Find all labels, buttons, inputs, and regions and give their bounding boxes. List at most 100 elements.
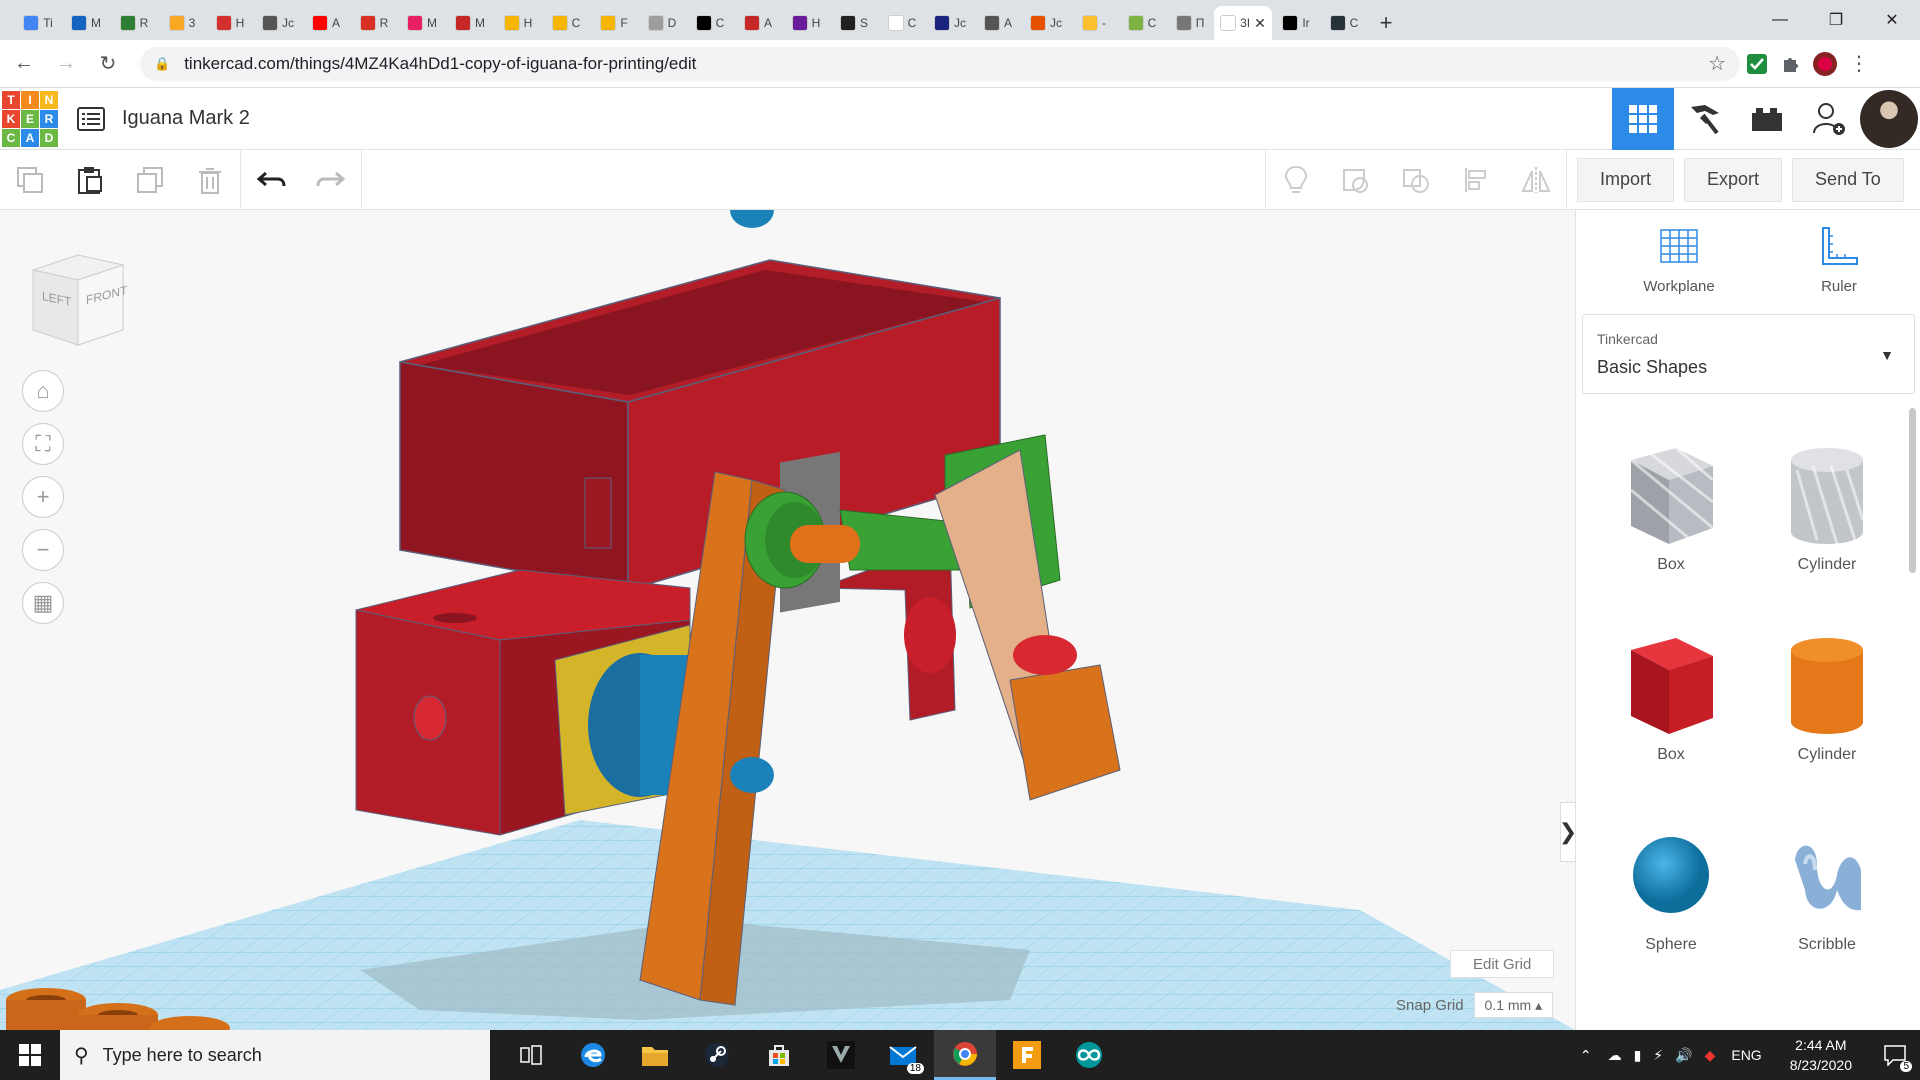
onedrive-cloud-icon[interactable]: ☁ xyxy=(1608,1047,1622,1064)
url-bar[interactable]: 🔒 tinkercad.com/things/4MZ4Ka4hDd1-copy-… xyxy=(140,46,1740,81)
user-avatar[interactable] xyxy=(1860,90,1918,148)
bookmark-star-icon[interactable]: ☆ xyxy=(1708,51,1726,76)
ruler-tool[interactable]: Ruler xyxy=(1784,224,1894,295)
browser-tab[interactable]: C xyxy=(686,6,734,40)
undo-icon[interactable] xyxy=(241,150,301,210)
browser-tab[interactable]: Jc xyxy=(926,6,974,40)
fit-view-icon[interactable]: ⛶ xyxy=(22,423,64,465)
copy-icon[interactable] xyxy=(0,150,60,210)
show-hidden-icons-chevron-icon[interactable]: ⌃ xyxy=(1580,1047,1592,1064)
shape-cyl[interactable]: Cylinder xyxy=(1767,630,1887,764)
mirror-icon[interactable] xyxy=(1506,150,1566,210)
browser-tab[interactable]: C xyxy=(542,6,590,40)
group-icon[interactable] xyxy=(1326,150,1386,210)
lock-icon[interactable]: 🔒 xyxy=(154,56,170,72)
home-view-icon[interactable]: ⌂ xyxy=(22,370,64,412)
close-window-icon[interactable]: ✕ xyxy=(1864,0,1920,40)
browser-tab[interactable]: A xyxy=(734,6,782,40)
browser-tab[interactable]: A xyxy=(974,6,1022,40)
browser-tab[interactable]: H xyxy=(782,6,830,40)
browser-tab[interactable]: C xyxy=(878,6,926,40)
shape-box-hole[interactable]: Box xyxy=(1611,440,1731,574)
lego-brick-icon[interactable] xyxy=(1736,88,1798,150)
shape-scribble[interactable]: Scribble xyxy=(1767,820,1887,954)
browser-tab[interactable]: Ir xyxy=(1272,6,1320,40)
browser-tab[interactable]: H xyxy=(206,6,254,40)
battery-icon[interactable]: ▮ xyxy=(1634,1047,1642,1064)
export-button[interactable]: Export xyxy=(1684,157,1783,202)
lightbulb-icon[interactable] xyxy=(1266,150,1326,210)
microsoft-store-icon[interactable] xyxy=(748,1030,810,1080)
scene-render[interactable] xyxy=(0,210,1575,1030)
edge-browser-icon[interactable] xyxy=(562,1030,624,1080)
edit-grid-button[interactable]: Edit Grid xyxy=(1450,950,1555,978)
antivirus-icon[interactable]: ◆ xyxy=(1705,1047,1716,1064)
redo-icon[interactable] xyxy=(301,150,361,210)
ungroup-icon[interactable] xyxy=(1386,150,1446,210)
predator-sense-icon[interactable] xyxy=(810,1030,872,1080)
browser-tab[interactable]: 3I ✕ xyxy=(1214,6,1272,40)
shape-box[interactable]: Box xyxy=(1611,630,1731,764)
mail-icon[interactable]: 18 xyxy=(872,1030,934,1080)
close-tab-icon[interactable]: ✕ xyxy=(1254,15,1266,32)
design-title[interactable]: Iguana Mark 2 xyxy=(122,107,250,130)
browser-tab[interactable]: F xyxy=(590,6,638,40)
align-icon[interactable] xyxy=(1446,150,1506,210)
browser-tab[interactable]: Jc xyxy=(254,6,302,40)
browser-tab[interactable]: S xyxy=(830,6,878,40)
browser-tab[interactable]: - xyxy=(1070,6,1118,40)
wifi-icon[interactable]: ⚡ xyxy=(1653,1047,1663,1064)
delete-icon[interactable] xyxy=(180,150,240,210)
check-extension-icon[interactable] xyxy=(1740,47,1774,81)
snap-grid-select[interactable]: 0.1 mm ▴ xyxy=(1473,992,1554,1018)
paste-icon[interactable] xyxy=(60,150,120,210)
import-button[interactable]: Import xyxy=(1577,157,1675,202)
file-explorer-icon[interactable] xyxy=(624,1030,686,1080)
workplane-tool[interactable]: Workplane xyxy=(1624,224,1734,295)
red-peg-left[interactable] xyxy=(904,597,956,673)
extensions-puzzle-icon[interactable] xyxy=(1774,47,1808,81)
browser-tab[interactable]: H xyxy=(494,6,542,40)
blue-pin[interactable] xyxy=(730,757,774,793)
forward-icon[interactable]: → xyxy=(48,46,84,82)
minimize-icon[interactable]: — xyxy=(1752,0,1808,40)
chrome-menu-icon[interactable]: ⋮ xyxy=(1842,47,1876,81)
minecraft-pickaxe-icon[interactable] xyxy=(1674,88,1736,150)
browser-tab[interactable]: П xyxy=(1166,6,1214,40)
steam-icon[interactable] xyxy=(686,1030,748,1080)
browser-tab[interactable]: C xyxy=(1320,6,1368,40)
add-user-icon[interactable] xyxy=(1798,88,1860,150)
browser-tab[interactable]: C xyxy=(1118,6,1166,40)
task-view-icon[interactable] xyxy=(500,1030,562,1080)
panel-scrollbar[interactable] xyxy=(1909,408,1916,573)
windows-start-icon[interactable] xyxy=(0,1030,60,1080)
shape-library-dropdown[interactable]: Tinkercad Basic Shapes ▼ xyxy=(1582,314,1915,394)
zoom-out-icon[interactable]: − xyxy=(22,529,64,571)
design-list-icon[interactable] xyxy=(76,106,106,132)
shape-sphere[interactable]: Sphere xyxy=(1611,820,1731,954)
browser-tab[interactable]: R xyxy=(110,6,158,40)
browser-tab[interactable]: M xyxy=(446,6,494,40)
browser-tab[interactable]: 3 xyxy=(158,6,206,40)
send-to-button[interactable]: Send To xyxy=(1792,157,1904,202)
maximize-icon[interactable]: ❐ xyxy=(1808,0,1864,40)
duplicate-icon[interactable] xyxy=(120,150,180,210)
perspective-icon[interactable]: ▦ xyxy=(22,582,64,624)
browser-tab[interactable]: A xyxy=(302,6,350,40)
browser-tab[interactable]: R xyxy=(350,6,398,40)
panel-collapse-chevron-icon[interactable]: ❯ xyxy=(1559,802,1575,862)
browser-tab[interactable]: M xyxy=(62,6,110,40)
fusion-icon[interactable] xyxy=(996,1030,1058,1080)
shape-cyl-hole[interactable]: Cylinder xyxy=(1767,440,1887,574)
profile-icon[interactable] xyxy=(1808,47,1842,81)
taskbar-search[interactable]: ⚲ Type here to search xyxy=(60,1030,490,1080)
language-indicator[interactable]: ENG xyxy=(1731,1047,1761,1063)
chrome-taskbar-icon[interactable] xyxy=(934,1030,996,1080)
3d-viewport[interactable]: LEFT FRONT ⌂ ⛶ + − ▦ Edit Grid Snap Grid… xyxy=(0,210,1575,1030)
view-cube[interactable]: LEFT FRONT xyxy=(28,250,128,350)
back-icon[interactable]: ← xyxy=(6,46,42,82)
reload-icon[interactable]: ↻ xyxy=(90,46,126,82)
3d-design-grid-icon[interactable] xyxy=(1612,88,1674,150)
clock[interactable]: 2:44 AM 8/23/2020 xyxy=(1790,1035,1852,1075)
volume-icon[interactable]: 🔊 xyxy=(1675,1047,1692,1064)
